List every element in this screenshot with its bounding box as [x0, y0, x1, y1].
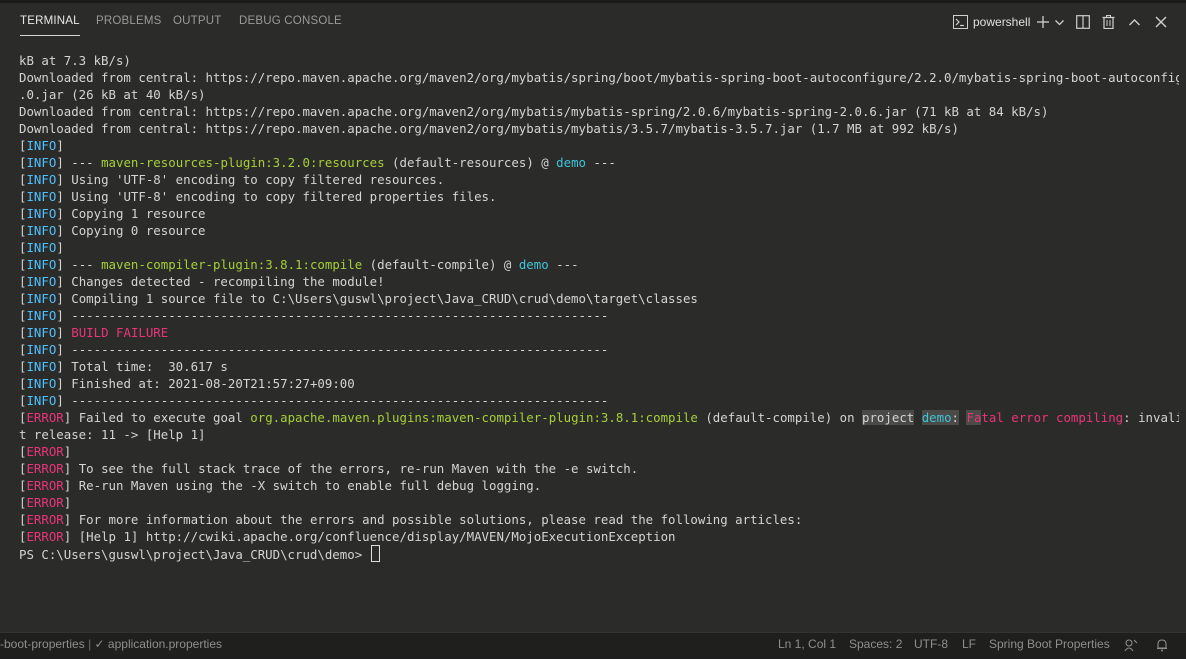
terminal-line: [INFO]: [19, 138, 64, 153]
plus-icon: [1037, 16, 1049, 28]
terminal-line: [INFO] Copying 1 resource: [19, 206, 206, 221]
terminal-line: [INFO] --- maven-resources-plugin:3.2.0:…: [19, 155, 616, 170]
status-eol[interactable]: LF: [962, 633, 976, 655]
terminal-line: [INFO] ---------------------------------…: [19, 342, 609, 357]
status-project-label[interactable]: -boot-properties: [0, 637, 85, 651]
terminal-line: [ERROR]: [19, 495, 72, 510]
tab-output[interactable]: OUTPUT: [173, 3, 221, 40]
log-level: INFO: [26, 223, 57, 238]
status-left: -boot-properties | ✓ application.propert…: [0, 633, 222, 655]
log-level: ERROR: [26, 410, 64, 425]
terminal-icon: [953, 15, 968, 29]
trash-icon: [1102, 15, 1115, 29]
terminal-line: [INFO] --- maven-compiler-plugin:3.8.1:c…: [19, 257, 579, 272]
log-level: INFO: [26, 206, 57, 221]
shell-selector[interactable]: powershell: [953, 12, 1030, 32]
terminal-line: [INFO] Using 'UTF-8' encoding to copy fi…: [19, 172, 445, 187]
log-level: INFO: [26, 291, 57, 306]
shell-label: powershell: [973, 15, 1031, 29]
log-level: INFO: [26, 342, 57, 357]
terminal-line: .0.jar (26 kB at 40 kB/s): [19, 87, 206, 102]
log-level: INFO: [26, 257, 57, 272]
chevron-down-icon: [1055, 19, 1064, 25]
close-icon: [1155, 16, 1167, 28]
terminal-line: kB at 7.3 kB/s): [19, 53, 131, 68]
status-indentation[interactable]: Spaces: 2: [849, 633, 902, 655]
log-level: INFO: [26, 274, 57, 289]
terminal-line: Downloaded from central: https://repo.ma…: [19, 104, 1049, 119]
terminal-line: [INFO] Changes detected - recompiling th…: [19, 274, 385, 289]
terminal-line: [INFO] ---------------------------------…: [19, 308, 609, 323]
log-level: INFO: [26, 325, 57, 340]
terminal-line: [INFO]: [19, 240, 64, 255]
terminal-line: [INFO] Finished at: 2021-08-20T21:57:27+…: [19, 376, 355, 391]
terminal-line: [INFO] Total time: 30.617 s: [19, 359, 228, 374]
status-cursor-position[interactable]: Ln 1, Col 1: [778, 633, 836, 655]
log-level: ERROR: [26, 461, 64, 476]
log-level: ERROR: [26, 478, 64, 493]
log-level: INFO: [26, 376, 57, 391]
terminal-line: [ERROR] To see the full stack trace of t…: [19, 461, 639, 476]
terminal-panel: TERMINAL PROBLEMS OUTPUT DEBUG CONSOLE p…: [0, 3, 1186, 632]
split-icon: [1076, 15, 1090, 29]
terminal-line: [INFO] Compiling 1 source file to C:\Use…: [19, 291, 698, 306]
tab-problems[interactable]: PROBLEMS: [96, 3, 162, 40]
terminal-line: [INFO] ---------------------------------…: [19, 393, 609, 408]
log-level: INFO: [26, 240, 57, 255]
kill-terminal-button[interactable]: [1102, 12, 1115, 32]
log-level: INFO: [26, 359, 57, 374]
tab-terminal[interactable]: TERMINAL: [20, 3, 80, 40]
maximize-panel-button[interactable]: [1128, 12, 1141, 32]
tab-debug-console[interactable]: DEBUG CONSOLE: [239, 3, 342, 40]
terminal-line: [INFO] Using 'UTF-8' encoding to copy fi…: [19, 189, 497, 204]
terminal-line: Downloaded from central: https://repo.ma…: [19, 70, 1179, 85]
check-icon: ✓: [94, 637, 105, 651]
log-level: INFO: [26, 172, 57, 187]
terminal-prompt[interactable]: PS C:\Users\guswl\project\Java_CRUD\crud…: [19, 545, 1179, 562]
log-level: ERROR: [26, 495, 64, 510]
log-level: ERROR: [26, 444, 64, 459]
panel-tab-bar: TERMINAL PROBLEMS OUTPUT DEBUG CONSOLE p…: [0, 3, 1186, 40]
log-level: INFO: [26, 189, 57, 204]
terminal-line: [INFO] BUILD FAILURE: [19, 325, 169, 340]
chevron-up-icon: [1129, 18, 1140, 25]
log-level: INFO: [26, 393, 57, 408]
new-terminal-button[interactable]: [1036, 12, 1050, 32]
split-terminal-button[interactable]: [1076, 12, 1090, 32]
log-level: ERROR: [26, 529, 64, 544]
terminal-line: t release: 11 -> [Help 1]: [19, 427, 206, 442]
log-level: INFO: [26, 155, 57, 170]
terminal-line: [ERROR] Failed to execute goal org.apach…: [19, 410, 1179, 425]
vscode-window: TERMINAL PROBLEMS OUTPUT DEBUG CONSOLE p…: [0, 0, 1186, 655]
status-bar: -boot-properties | ✓ application.propert…: [0, 632, 1186, 655]
terminal-line: [ERROR]: [19, 444, 72, 459]
feedback-icon[interactable]: [1124, 637, 1138, 652]
log-level: ERROR: [26, 512, 64, 527]
terminal-dropdown-button[interactable]: [1054, 12, 1065, 32]
terminal-line: [ERROR] Re-run Maven using the -X switch…: [19, 478, 542, 493]
status-file-label[interactable]: application.properties: [108, 637, 222, 651]
status-language-mode[interactable]: Spring Boot Properties: [989, 633, 1110, 655]
status-encoding[interactable]: UTF-8: [914, 633, 948, 655]
log-level: INFO: [26, 308, 57, 323]
terminal-line: Downloaded from central: https://repo.ma…: [19, 121, 959, 136]
log-level: INFO: [26, 138, 57, 153]
terminal-line: [ERROR] For more information about the e…: [19, 512, 803, 527]
notifications-bell-icon[interactable]: [1155, 637, 1169, 652]
terminal-line: [ERROR] [Help 1] http://cwiki.apache.org…: [19, 529, 676, 544]
close-panel-button[interactable]: [1155, 12, 1167, 32]
terminal-line: [INFO] Copying 0 resource: [19, 223, 206, 238]
terminal-cursor: [370, 545, 380, 562]
terminal-output[interactable]: kB at 7.3 kB/s) Downloaded from central: …: [19, 52, 1179, 562]
